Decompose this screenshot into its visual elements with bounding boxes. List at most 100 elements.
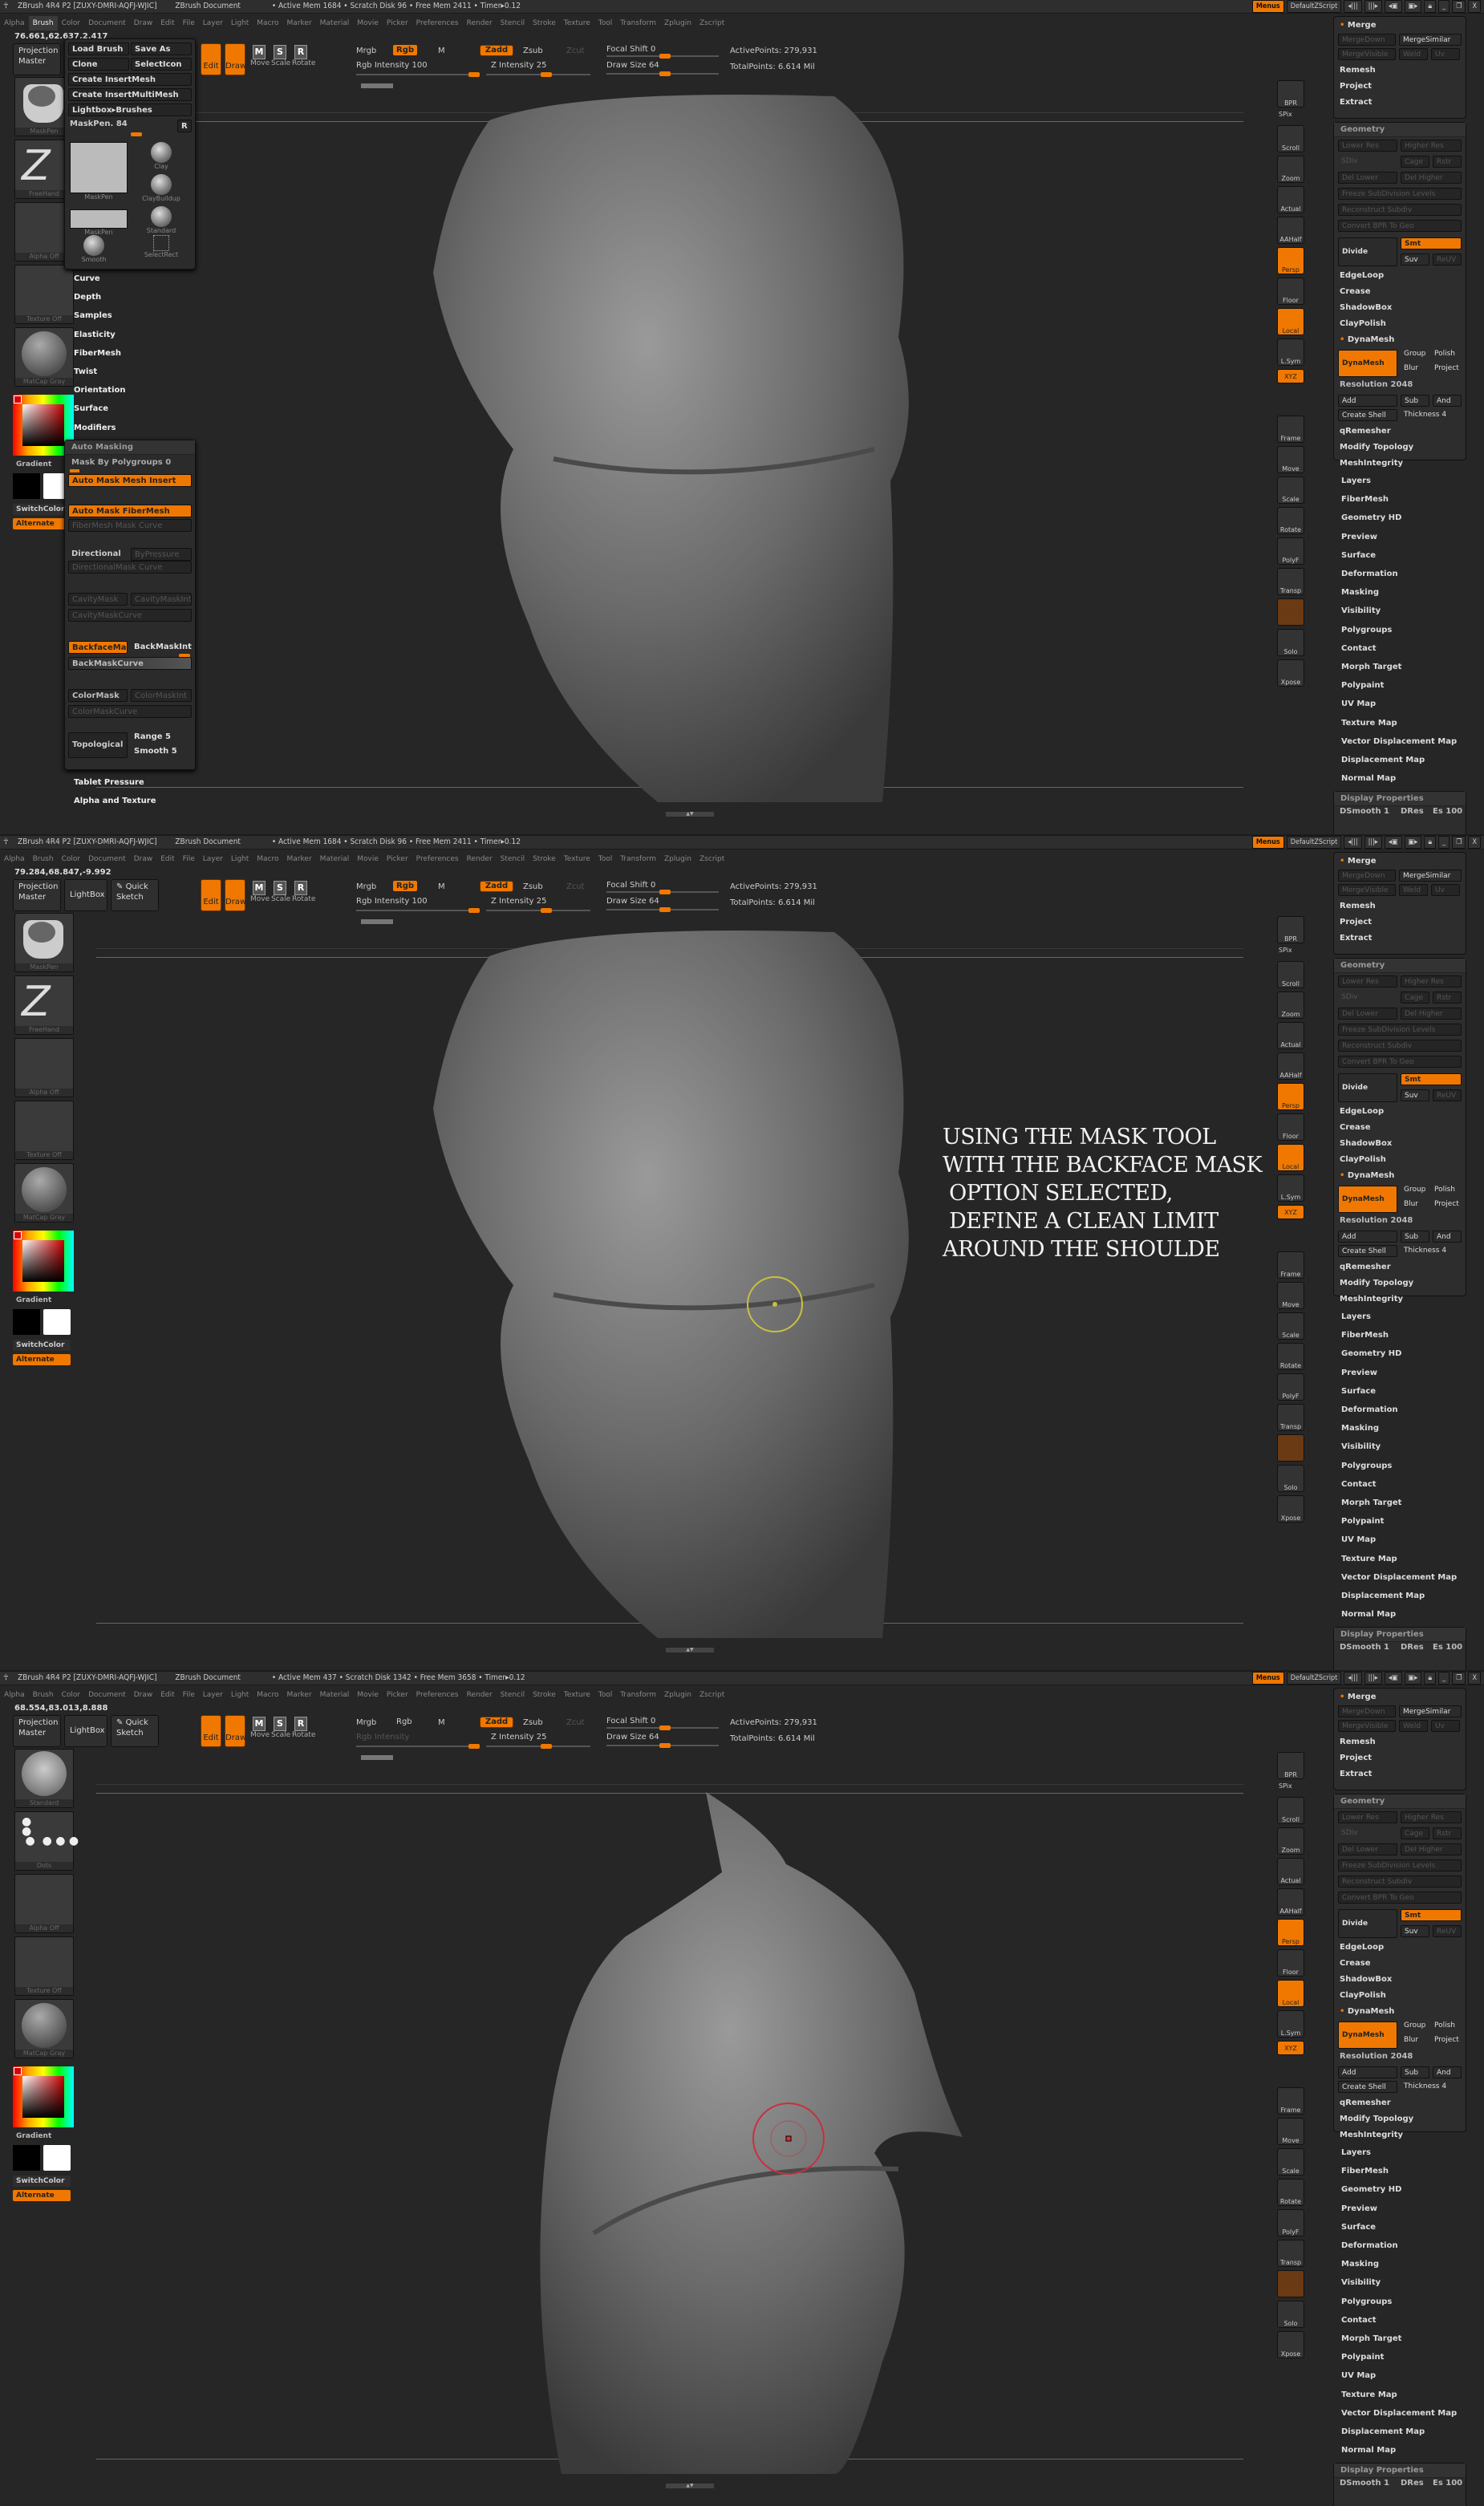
xpose-button[interactable]: Xpose: [1277, 1495, 1304, 1523]
merge-down-button[interactable]: MergeDown: [1338, 870, 1396, 882]
lower-res-button[interactable]: Lower Res: [1338, 140, 1397, 152]
subpalette-surface[interactable]: Surface: [1341, 1387, 1376, 1396]
higher-res-button[interactable]: Higher Res: [1401, 975, 1462, 987]
rstr-button[interactable]: Rstr: [1433, 1827, 1462, 1839]
brush-subpalette-twist[interactable]: Twist: [74, 367, 97, 376]
shadowbox-subpalette[interactable]: ShadowBox: [1340, 1975, 1392, 1984]
bottom-shelf-grip-icon[interactable]: ▲▼: [666, 1648, 714, 1652]
secondary-color-swatch[interactable]: [43, 1309, 71, 1335]
color-square[interactable]: [22, 1240, 64, 1282]
crease-subpalette[interactable]: Crease: [1340, 287, 1371, 296]
cavity-mask-curve[interactable]: CavityMaskCurve: [68, 609, 192, 622]
solo-button[interactable]: Solo: [1277, 2301, 1304, 2328]
reconstruct-subdiv-button[interactable]: Reconstruct Subdiv: [1338, 1875, 1462, 1888]
del-lower-button[interactable]: Del Lower: [1338, 1843, 1397, 1855]
remesh-button[interactable]: Remesh: [1340, 1738, 1376, 1746]
transp-button[interactable]: Transp: [1277, 1404, 1304, 1431]
subpalette-layers[interactable]: Layers: [1341, 2148, 1371, 2157]
alternate-button[interactable]: Alternate: [13, 518, 71, 529]
topological-toggle[interactable]: Topological: [68, 732, 128, 758]
create-insertmultimesh-button[interactable]: Create InsertMultiMesh: [68, 88, 192, 101]
divide-button[interactable]: Divide: [1338, 1909, 1397, 1938]
display-properties-header[interactable]: Display Properties: [1334, 792, 1466, 806]
edgeloop-subpalette[interactable]: EdgeLoop: [1340, 271, 1384, 280]
subpalette-polygroups[interactable]: Polygroups: [1341, 1462, 1392, 1470]
primary-color-swatch[interactable]: [13, 1309, 40, 1335]
divide-button[interactable]: Divide: [1338, 237, 1397, 266]
brush-selectrect[interactable]: SelectRect: [137, 235, 185, 258]
rstr-button[interactable]: Rstr: [1433, 156, 1462, 168]
mesh-integrity-subpalette[interactable]: MeshIntegrity: [1340, 1295, 1403, 1304]
aahalf-button[interactable]: AAHalf: [1277, 1888, 1304, 1916]
auto-masking-header[interactable]: Auto Masking: [65, 440, 195, 455]
merge-down-button[interactable]: MergeDown: [1338, 1705, 1396, 1717]
persp-button[interactable]: Persp: [1277, 247, 1304, 274]
higher-res-button[interactable]: Higher Res: [1401, 140, 1462, 152]
alternate-button[interactable]: Alternate: [13, 1354, 71, 1365]
freeze-subdivision-button[interactable]: Freeze SubDivision Levels: [1338, 1024, 1462, 1036]
subpalette-vector-displacement-map[interactable]: Vector Displacement Map: [1341, 2409, 1457, 2418]
polyf-button[interactable]: PolyF: [1277, 537, 1304, 565]
geometry-header[interactable]: Geometry: [1334, 959, 1466, 973]
smt-toggle[interactable]: Smt: [1401, 1909, 1462, 1921]
xyz-button[interactable]: XYZ: [1277, 1205, 1304, 1219]
frame-button[interactable]: Frame: [1277, 2087, 1304, 2115]
by-pressure-slider[interactable]: ByPressure: [131, 548, 192, 561]
polyf-button[interactable]: PolyF: [1277, 2209, 1304, 2236]
thickness-slider[interactable]: Thickness 4: [1401, 2081, 1462, 2093]
alternate-button[interactable]: Alternate: [13, 2190, 71, 2201]
subpalette-contact[interactable]: Contact: [1341, 2316, 1377, 2325]
qremesher-subpalette[interactable]: qRemesher: [1340, 2098, 1391, 2107]
load-brush-button[interactable]: Load Brush: [68, 43, 129, 55]
thickness-slider[interactable]: Thickness 4: [1401, 409, 1462, 421]
subpalette-masking[interactable]: Masking: [1341, 588, 1379, 597]
sdiv-slider[interactable]: SDiv: [1338, 1827, 1397, 1839]
del-lower-button[interactable]: Del Lower: [1338, 1008, 1397, 1020]
directional-toggle[interactable]: Directional: [68, 548, 128, 561]
create-insertmesh-button[interactable]: Create InsertMesh: [68, 73, 192, 86]
dynamesh-header[interactable]: • DynaMesh: [1340, 2007, 1394, 2016]
subpalette-uv-map[interactable]: UV Map: [1341, 1535, 1376, 1544]
brush-clay[interactable]: Clay: [137, 142, 185, 170]
xyz-button[interactable]: XYZ: [1277, 2041, 1304, 2055]
select-icon-button[interactable]: SelectIcon: [131, 58, 192, 71]
left-thumb-standard[interactable]: Standard: [14, 1749, 74, 1808]
subpalette-morph-target[interactable]: Morph Target: [1341, 663, 1401, 671]
smt-toggle[interactable]: Smt: [1401, 1073, 1462, 1085]
dsmooth-slider[interactable]: DSmooth 1: [1340, 2479, 1389, 2488]
switch-color-button[interactable]: SwitchColor: [13, 1340, 71, 1351]
cage-button[interactable]: Cage: [1401, 1827, 1429, 1839]
modify-topology-subpalette[interactable]: Modify Topology: [1340, 1279, 1413, 1287]
floor-button[interactable]: Floor: [1277, 1949, 1304, 1977]
smooth-slider[interactable]: Smooth 5: [131, 745, 192, 758]
blur-slider[interactable]: Blur: [1401, 1198, 1429, 1210]
subpalette-normal-map[interactable]: Normal Map: [1341, 1610, 1396, 1619]
dynamesh-project-toggle[interactable]: Project: [1431, 1198, 1462, 1210]
primary-color-swatch[interactable]: [13, 473, 40, 499]
group-toggle[interactable]: Group: [1401, 1184, 1429, 1196]
merge-visible-button[interactable]: MergeVisible: [1338, 1720, 1396, 1732]
freeze-subdivision-button[interactable]: Freeze SubDivision Levels: [1338, 1859, 1462, 1871]
actual-button[interactable]: Actual: [1277, 1022, 1304, 1049]
del-higher-button[interactable]: Del Higher: [1401, 172, 1462, 184]
polyf-button[interactable]: PolyF: [1277, 1373, 1304, 1401]
left-thumb-dots[interactable]: ● ● ● ● ● ● Dots: [14, 1811, 79, 1871]
left-thumb-matcap-gray[interactable]: MatCap Gray: [14, 327, 74, 387]
reuv-button[interactable]: ReUV: [1433, 1089, 1462, 1101]
left-thumb-matcap-gray[interactable]: MatCap Gray: [14, 1163, 74, 1223]
claypolish-subpalette[interactable]: ClayPolish: [1340, 1991, 1386, 2000]
color-picker[interactable]: [13, 1231, 74, 1292]
resolution-slider[interactable]: Resolution 2048: [1340, 2052, 1413, 2061]
geometry-header[interactable]: Geometry: [1334, 1794, 1466, 1809]
edgeloop-subpalette[interactable]: EdgeLoop: [1340, 1943, 1384, 1952]
sculpt-model[interactable]: [0, 1672, 1484, 2506]
lower-res-button[interactable]: Lower Res: [1338, 975, 1397, 987]
brush-slider-knob[interactable]: [131, 132, 142, 136]
ghost-button[interactable]: [1277, 2270, 1304, 2297]
subpalette-deformation[interactable]: Deformation: [1341, 2241, 1398, 2250]
move-button[interactable]: Move: [1277, 1282, 1304, 1309]
subpalette-masking[interactable]: Masking: [1341, 1424, 1379, 1433]
create-shell-button[interactable]: Create Shell: [1338, 2081, 1397, 2093]
backmask-int-slider[interactable]: BackMaskInt: [131, 641, 192, 654]
freeze-subdivision-button[interactable]: Freeze SubDivision Levels: [1338, 188, 1462, 200]
